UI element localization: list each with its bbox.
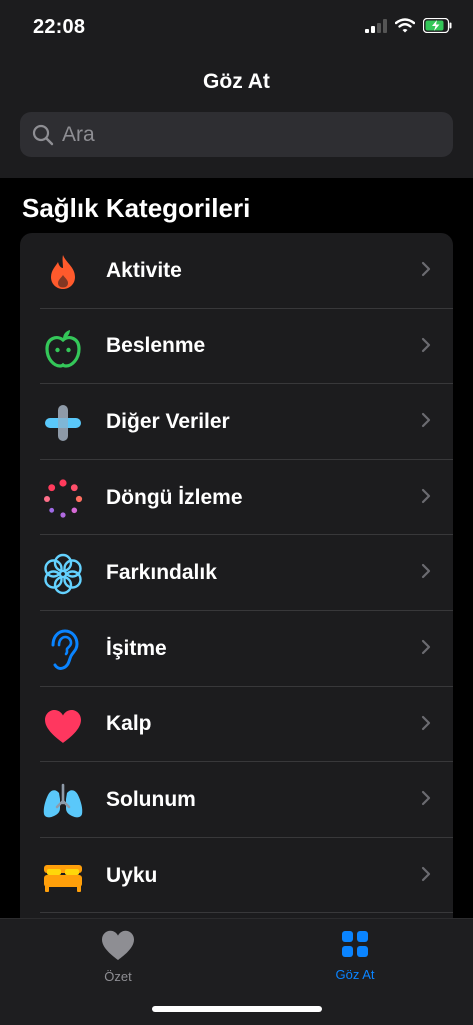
category-label: Kalp: [106, 712, 152, 736]
category-row-hearing[interactable]: İşitme: [20, 611, 453, 687]
chevron-right-icon: [421, 413, 431, 428]
category-label: Farkındalık: [106, 561, 217, 585]
section-title: Sağlık Kategorileri: [22, 193, 251, 223]
wifi-icon: [395, 18, 415, 33]
apple-icon: [42, 327, 84, 369]
search-input[interactable]: [60, 121, 424, 148]
category-row-sleep[interactable]: Uyku: [20, 838, 453, 914]
heart-icon: [42, 705, 84, 747]
category-label: Diğer Veriler: [106, 409, 230, 433]
bed-icon: [42, 856, 84, 898]
category-row-other-data[interactable]: Diğer Veriler: [20, 384, 453, 460]
search-bar[interactable]: [20, 112, 453, 157]
status-icons: [365, 18, 453, 33]
cycle-dots-icon: [42, 478, 84, 520]
category-row-nutrition[interactable]: Beslenme: [20, 309, 453, 385]
chevron-right-icon: [421, 261, 431, 277]
search-icon: [32, 124, 54, 145]
chevron-right-icon: [421, 866, 431, 881]
ear-icon: [42, 629, 84, 671]
tab-browse[interactable]: Göz At: [295, 929, 415, 982]
tab-label: Göz At: [335, 967, 375, 982]
row-divider: [40, 912, 453, 914]
page-title: Göz At: [203, 70, 270, 93]
heart-icon: [102, 930, 134, 961]
category-row-activity[interactable]: Aktivite: [20, 233, 453, 309]
category-label: Beslenme: [106, 334, 206, 358]
plus-icon: [42, 402, 84, 444]
top-bar: 22:08 Göz At: [0, 0, 473, 178]
lungs-icon: [42, 780, 84, 822]
chevron-right-icon: [421, 337, 431, 352]
status-time: 22:08: [33, 16, 86, 38]
category-row-respiratory[interactable]: Solunum: [20, 762, 453, 838]
chevron-right-icon: [421, 488, 431, 503]
tab-label: Özet: [104, 969, 132, 984]
tab-summary[interactable]: Özet: [58, 929, 178, 984]
flame-icon: [42, 251, 84, 293]
category-label: Uyku: [106, 863, 158, 887]
home-indicator[interactable]: [152, 1006, 322, 1012]
category-label: Döngü İzleme: [106, 485, 243, 509]
category-label: Solunum: [106, 787, 196, 811]
category-row-heart[interactable]: Kalp: [20, 687, 453, 763]
battery-charging-icon: [423, 18, 452, 33]
category-row-mindfulness[interactable]: Farkındalık: [20, 535, 453, 611]
grid-icon: [342, 931, 368, 957]
chevron-right-icon: [421, 639, 431, 655]
chevron-right-icon: [421, 791, 431, 806]
signal-icon: [365, 18, 387, 33]
flower-icon: [42, 553, 84, 595]
chevron-right-icon: [421, 715, 431, 730]
category-label: Aktivite: [106, 258, 182, 282]
category-label: İşitme: [106, 636, 167, 660]
category-row-cycle-tracking[interactable]: Döngü İzleme: [20, 460, 453, 536]
chevron-right-icon: [421, 564, 431, 579]
category-list: Aktivite Beslenme Diğer Veriler Döngü İz…: [20, 233, 453, 933]
